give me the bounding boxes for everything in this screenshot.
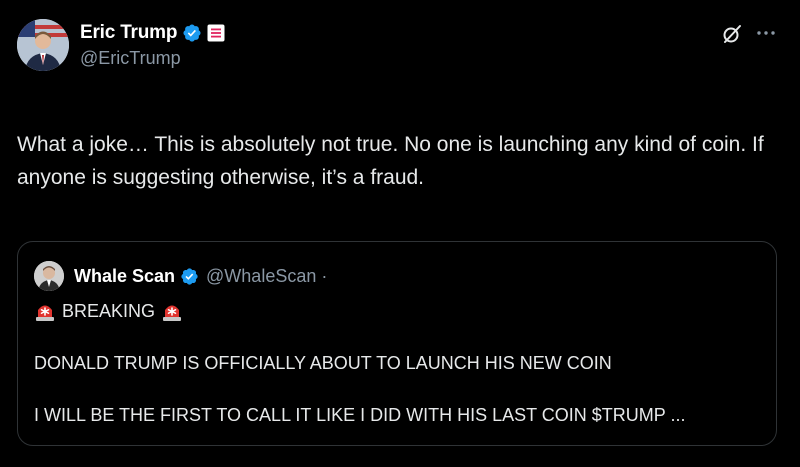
quoted-display-name[interactable]: Whale Scan: [74, 266, 175, 287]
author-avatar[interactable]: [17, 19, 69, 71]
author-display-name[interactable]: Eric Trump: [80, 22, 177, 44]
author-info: Eric Trump @EricTrump: [80, 20, 225, 69]
quoted-text-line: I WILL BE THE FIRST TO CALL IT LIKE I DI…: [34, 405, 686, 425]
siren-icon: [36, 305, 54, 321]
profile-photo-icon: [17, 19, 69, 71]
quoted-handle[interactable]: @WhaleScan ·: [206, 266, 327, 287]
quoted-tweet[interactable]: Whale Scan @WhaleScan · BREAKING DONALD …: [17, 241, 777, 446]
verified-badge-icon[interactable]: [182, 23, 202, 43]
quoted-breaking-label: BREAKING: [62, 300, 156, 321]
author-handle[interactable]: @EricTrump: [80, 48, 225, 69]
quoted-text-line: DONALD TRUMP IS OFFICIALLY ABOUT TO LAUN…: [34, 353, 612, 373]
quoted-breaking-row: BREAKING: [34, 298, 183, 324]
affiliation-badge-icon[interactable]: [207, 24, 225, 42]
quoted-verified-badge-icon[interactable]: [180, 267, 199, 286]
grok-icon[interactable]: [722, 24, 742, 44]
quoted-author-avatar[interactable]: [34, 261, 64, 291]
tweet-text: What a joke… This is absolutely not true…: [17, 133, 764, 189]
siren-icon: [163, 305, 182, 321]
tweet-card[interactable]: Eric Trump @EricTrump What a joke… This …: [0, 0, 800, 467]
quoted-author-header: Whale Scan @WhaleScan ·: [74, 262, 327, 290]
more-icon[interactable]: [755, 22, 777, 44]
quoted-profile-photo-icon: [34, 261, 64, 291]
